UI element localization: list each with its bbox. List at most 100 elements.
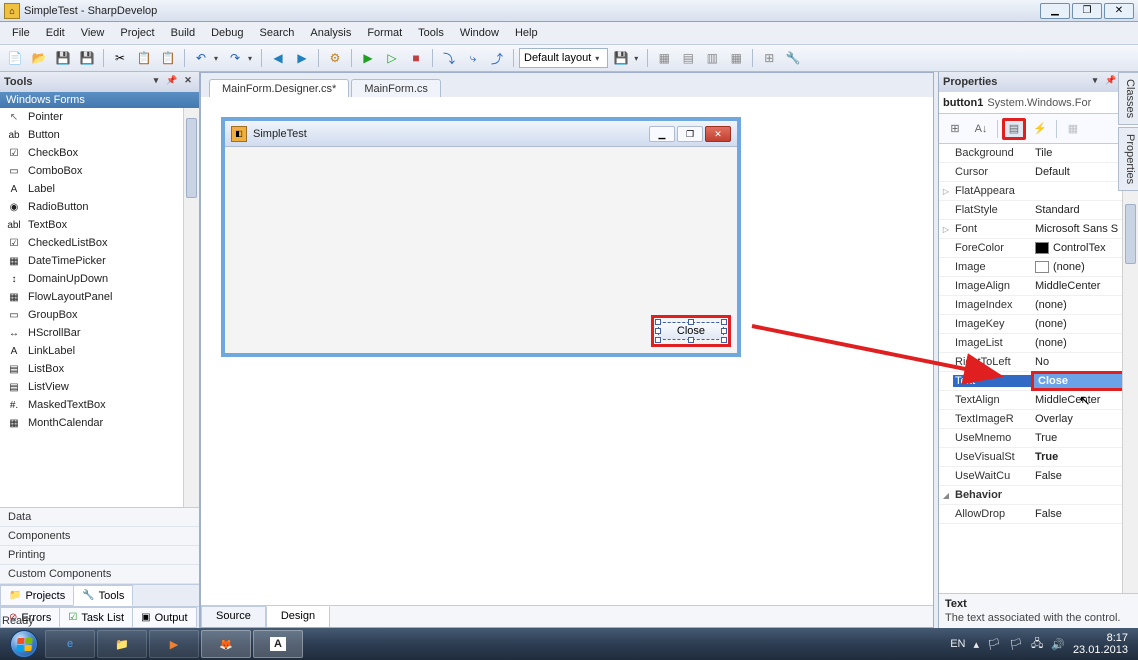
property-row[interactable]: UseWaitCuFalse (939, 467, 1138, 486)
toolbox-item-listbox[interactable]: ▤ListBox (0, 360, 199, 378)
menu-project[interactable]: Project (112, 25, 162, 41)
align-button-3[interactable]: ▥ (701, 47, 723, 69)
lang-indicator[interactable]: EN (950, 638, 965, 650)
design-close-button[interactable]: Close (658, 322, 724, 340)
alphabetical-button[interactable]: A↓ (969, 118, 993, 140)
tab-order-button[interactable]: ⊞ (758, 47, 780, 69)
start-button[interactable] (4, 629, 44, 659)
menu-file[interactable]: File (4, 25, 38, 41)
file-tab-code[interactable]: MainForm.cs (351, 79, 441, 98)
toolbox-cat-components[interactable]: Components (0, 527, 199, 546)
layout-combo[interactable]: Default layout ▾ (519, 48, 608, 68)
tab-design[interactable]: Design (266, 606, 330, 627)
properties-tab-button[interactable]: ▤ (1002, 118, 1026, 140)
save-all-button[interactable]: 💾 (76, 47, 98, 69)
menu-search[interactable]: Search (252, 25, 303, 41)
toolbox-cat-custom[interactable]: Custom Components (0, 565, 199, 584)
resize-handle[interactable] (688, 319, 694, 325)
property-row[interactable]: BackgroundTile (939, 144, 1138, 163)
toolbox-item-listview[interactable]: ▤ListView (0, 378, 199, 396)
form-maximize-button[interactable]: ❐ (677, 126, 703, 142)
toolbox-item-pointer[interactable]: ↖Pointer (0, 108, 199, 126)
property-row[interactable]: AllowDropFalse (939, 505, 1138, 524)
resize-handle[interactable] (655, 337, 661, 343)
redo-button[interactable]: ↷ (224, 47, 246, 69)
collapsed-classes[interactable]: Classes (1118, 72, 1138, 125)
scrollbar-thumb[interactable] (1125, 204, 1136, 264)
property-row[interactable]: UseVisualStTrue (939, 448, 1138, 467)
close-button[interactable]: ✕ (1104, 3, 1134, 19)
menu-help[interactable]: Help (507, 25, 546, 41)
property-row[interactable]: RightToLeftNo (939, 353, 1138, 372)
toolbox-item-datetimepicker[interactable]: ▦DateTimePicker (0, 252, 199, 270)
undo-button[interactable]: ↶ (190, 47, 212, 69)
property-row[interactable]: ImageList(none) (939, 334, 1138, 353)
properties-button[interactable]: 🔧 (782, 47, 804, 69)
toolbox-item-label[interactable]: ALabel (0, 180, 199, 198)
resize-handle[interactable] (655, 319, 661, 325)
panel-dropdown-icon[interactable]: ▾ (149, 75, 163, 89)
nav-fwd-button[interactable]: ▶ (291, 47, 313, 69)
text-value-input[interactable]: Close (1034, 374, 1125, 388)
tray-show-hidden-icon[interactable]: ▴ (974, 638, 980, 651)
property-row[interactable]: TextClose▾ (939, 372, 1138, 391)
toolbox-item-flowlayoutpanel[interactable]: ▦FlowLayoutPanel (0, 288, 199, 306)
copy-button[interactable]: 📋 (133, 47, 155, 69)
open-button[interactable]: 📂 (28, 47, 50, 69)
new-file-button[interactable]: 📄 (4, 47, 26, 69)
run-button[interactable]: ▶ (357, 47, 379, 69)
toolbox-item-combobox[interactable]: ▭ComboBox (0, 162, 199, 180)
property-row[interactable]: TextImageROverlay (939, 410, 1138, 429)
design-form-body[interactable]: Close (225, 147, 737, 353)
taskbar-firefox[interactable]: 🦊 (201, 630, 251, 658)
scrollbar-thumb[interactable] (186, 118, 197, 198)
property-row[interactable]: TextAlignMiddleCenter (939, 391, 1138, 410)
step-out-button[interactable]: ⤴ (486, 47, 508, 69)
taskbar-sharpdevelop[interactable]: A (253, 630, 303, 658)
align-button-4[interactable]: ▦ (725, 47, 747, 69)
cut-button[interactable]: ✂ (109, 47, 131, 69)
tab-tasklist[interactable]: ☑Task List (59, 607, 133, 628)
properties-object-selector[interactable]: button1 System.Windows.For ▾ (939, 92, 1138, 114)
file-tab-designer[interactable]: MainForm.Designer.cs* (209, 79, 349, 98)
property-row[interactable]: ImageKey(none) (939, 315, 1138, 334)
tab-source[interactable]: Source (201, 606, 266, 627)
build-button[interactable]: ⚙ (324, 47, 346, 69)
toolbox-item-groupbox[interactable]: ▭GroupBox (0, 306, 199, 324)
taskbar-explorer[interactable]: 📁 (97, 630, 147, 658)
align-button-1[interactable]: ▦ (653, 47, 675, 69)
categorized-button[interactable]: ⊞ (943, 118, 967, 140)
design-form[interactable]: ◧ SimpleTest ▁ ❐ ✕ Close (221, 117, 741, 357)
expand-icon[interactable]: ▷ (939, 225, 953, 234)
expand-icon[interactable]: ◢ (939, 491, 953, 500)
property-row[interactable]: FlatStyleStandard (939, 201, 1138, 220)
nav-back-button[interactable]: ◀ (267, 47, 289, 69)
paste-button[interactable]: 📋 (157, 47, 179, 69)
save-button[interactable]: 💾 (52, 47, 74, 69)
property-row[interactable]: ▷FontMicrosoft Sans S (939, 220, 1138, 239)
menu-format[interactable]: Format (359, 25, 410, 41)
resize-handle[interactable] (688, 337, 694, 343)
resize-handle[interactable] (721, 337, 727, 343)
toolbox-item-button[interactable]: abButton (0, 126, 199, 144)
toolbox-cat-data[interactable]: Data (0, 508, 199, 527)
design-surface[interactable]: ◧ SimpleTest ▁ ❐ ✕ Close (201, 97, 933, 605)
tab-projects[interactable]: 📁Projects (0, 585, 74, 606)
toolbox-item-monthcalendar[interactable]: ▦MonthCalendar (0, 414, 199, 432)
volume-icon[interactable]: 🔊 (1051, 638, 1065, 651)
toolbox-item-linklabel[interactable]: ALinkLabel (0, 342, 199, 360)
redo-dropdown[interactable]: ▾ (248, 54, 256, 63)
tab-tools[interactable]: 🔧Tools (73, 585, 133, 606)
menu-view[interactable]: View (73, 25, 113, 41)
layout-save-dropdown[interactable]: ▾ (634, 54, 642, 63)
form-minimize-button[interactable]: ▁ (649, 126, 675, 142)
minimize-button[interactable]: ▁ (1040, 3, 1070, 19)
resize-handle[interactable] (655, 328, 661, 334)
resize-handle[interactable] (721, 319, 727, 325)
flag-icon[interactable]: 🏳 (987, 638, 1001, 651)
menu-window[interactable]: Window (452, 25, 507, 41)
panel-pin-icon[interactable]: 📌 (165, 75, 179, 89)
toolbox-item-domainupdown[interactable]: ↕DomainUpDown (0, 270, 199, 288)
property-row[interactable]: ImageIndex(none) (939, 296, 1138, 315)
property-row[interactable]: ▷FlatAppeara (939, 182, 1138, 201)
